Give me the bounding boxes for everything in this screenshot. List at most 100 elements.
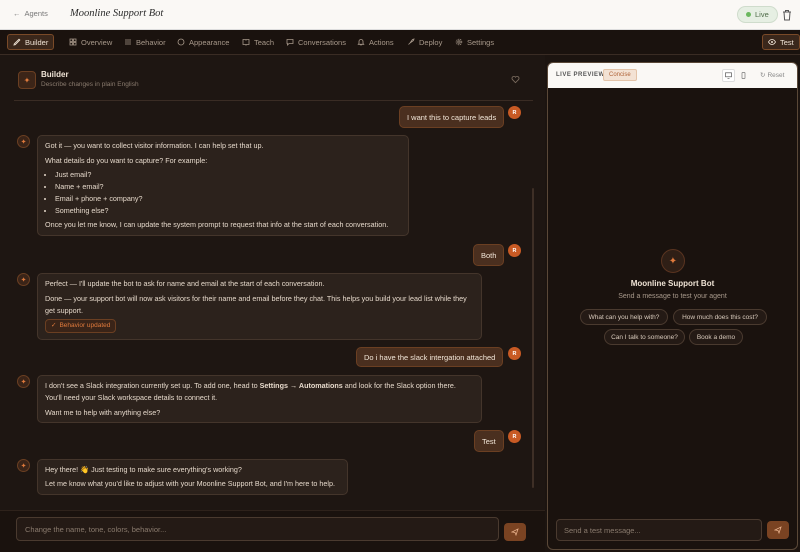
suggestion-chip[interactable]: What can you help with? — [580, 309, 668, 325]
builder-title: Builder — [41, 70, 69, 79]
tab-actions[interactable]: Actions — [352, 34, 399, 50]
bot-text: Let me know what you'd like to adjust wi… — [45, 479, 336, 488]
book-icon — [242, 39, 250, 46]
user-message: I want this to capture leads — [399, 106, 505, 128]
sliders-icon — [125, 39, 131, 45]
reset-icon: ↻ — [760, 72, 766, 79]
bot-text: Once you let me know, I can update the s… — [45, 220, 389, 229]
tab-label: Overview — [81, 37, 113, 47]
tab-label: Actions — [369, 37, 394, 47]
tab-label: Builder — [25, 37, 49, 47]
tab-label: Settings — [467, 37, 495, 47]
bot-logo-icon: ✦ — [661, 249, 685, 273]
settings-path: Settings → Automations — [259, 381, 343, 390]
options-list: Just email? Name + email? Email + phone … — [55, 169, 401, 217]
grid-icon — [69, 38, 77, 46]
reset-label: Reset — [767, 71, 785, 79]
chat-scrollbar[interactable] — [532, 188, 534, 488]
back-to-agents-link[interactable]: ← Agents — [13, 9, 48, 18]
bot-avatar-icon: ✦ — [17, 375, 30, 388]
preview-send-button[interactable] — [767, 521, 789, 539]
mobile-view-button[interactable] — [737, 69, 750, 82]
tab-builder[interactable]: Builder — [7, 34, 55, 50]
tab-behavior[interactable]: Behavior — [119, 34, 171, 50]
desktop-view-button[interactable] — [722, 69, 735, 82]
sparkle-icon: ✦ — [18, 71, 36, 89]
list-item: Just email? — [55, 169, 401, 181]
bot-text: Perfect — I'll update the bot to ask for… — [45, 279, 325, 288]
tab-label: Teach — [254, 37, 275, 47]
live-preview-panel: LIVE PREVIEW Concise ↻ Reset ✦ Moonline … — [547, 62, 798, 550]
heart-icon[interactable] — [511, 75, 520, 84]
tab-label: Conversations — [298, 37, 346, 47]
tab-label: Deploy — [419, 37, 443, 47]
bot-text: Got it — you want to collect visitor inf… — [45, 141, 264, 150]
tab-deploy[interactable]: Deploy — [402, 34, 447, 50]
bell-icon — [357, 39, 365, 46]
builder-subtitle: Describe changes in plain English — [41, 81, 139, 88]
tab-appearance[interactable]: Appearance — [172, 34, 234, 50]
trash-icon[interactable] — [782, 9, 792, 21]
bot-text: What details do you want to capture? For… — [45, 156, 208, 165]
bot-message: Perfect — I'll update the bot to ask for… — [37, 273, 482, 340]
top-bar: ← Agents Moonline Support Bot Live — [0, 0, 800, 30]
bot-name-title: Moonline Support Bot — [70, 8, 164, 19]
nav-bar: Builder Overview Behavior Appearance Tea… — [0, 30, 800, 55]
send-button[interactable] — [504, 523, 526, 541]
bot-text: Want me to help with anything else? — [45, 408, 161, 417]
chat-icon — [286, 39, 294, 46]
back-label: Agents — [24, 9, 48, 18]
reset-button[interactable]: ↻ Reset — [760, 71, 785, 80]
user-message: Test — [474, 430, 504, 452]
divider — [14, 100, 533, 101]
live-status-badge[interactable]: Live — [737, 6, 778, 23]
test-label: Test — [780, 37, 794, 47]
preview-subtitle: Send a message to test your agent — [618, 293, 727, 300]
tab-label: Appearance — [189, 37, 230, 47]
suggestion-chip[interactable]: How much does this cost? — [673, 309, 767, 325]
pencil-icon — [13, 38, 21, 46]
user-avatar: R — [508, 244, 521, 257]
list-item: Something else? — [55, 205, 401, 217]
preview-bot-name: Moonline Support Bot — [630, 279, 715, 288]
tab-label: Behavior — [136, 37, 166, 47]
user-message: Both — [473, 244, 505, 266]
list-item: Email + phone + company? — [55, 193, 401, 205]
phone-icon — [741, 72, 746, 79]
arrow-left-icon: ← — [13, 9, 21, 18]
badge-label: Behavior updated — [59, 322, 111, 329]
tab-teach[interactable]: Teach — [237, 34, 279, 50]
builder-input[interactable]: Change the name, tone, colors, behavior.… — [16, 517, 499, 541]
rocket-icon — [408, 38, 415, 45]
mode-badge[interactable]: Concise — [603, 69, 637, 81]
preview-title: LIVE PREVIEW — [556, 72, 605, 78]
tab-conversations[interactable]: Conversations — [281, 34, 351, 50]
bot-text: Hey there! 👋 Just testing to make sure e… — [45, 465, 242, 474]
status-label: Live — [755, 10, 769, 19]
palette-icon — [177, 38, 185, 46]
suggestion-chip[interactable]: Book a demo — [689, 329, 743, 345]
test-message-input[interactable]: Send a test message... — [556, 519, 762, 541]
behavior-updated-badge: ✓ Behavior updated — [45, 319, 117, 333]
bot-text: I don't see a Slack integration currentl… — [45, 380, 474, 404]
bot-message: I don't see a Slack integration currentl… — [37, 375, 482, 423]
list-item: Name + email? — [55, 181, 401, 193]
monitor-icon — [725, 72, 732, 79]
bot-text: Done — your support bot will now ask vis… — [45, 294, 467, 315]
bot-avatar-icon: ✦ — [17, 135, 30, 148]
preview-header: LIVE PREVIEW Concise ↻ Reset — [548, 63, 797, 88]
suggestion-chip[interactable]: Can I talk to someone? — [604, 329, 685, 345]
user-avatar: R — [508, 347, 521, 360]
tab-settings[interactable]: Settings — [450, 34, 499, 50]
status-dot-icon — [746, 12, 751, 17]
gear-icon — [455, 38, 463, 46]
eye-icon — [768, 39, 776, 45]
user-avatar: R — [508, 430, 521, 443]
bot-message: Got it — you want to collect visitor inf… — [37, 135, 409, 236]
send-icon — [774, 526, 782, 534]
user-avatar: R — [508, 106, 521, 119]
test-button[interactable]: Test — [762, 34, 800, 50]
tab-overview[interactable]: Overview — [64, 34, 117, 50]
bot-avatar-icon: ✦ — [17, 459, 30, 472]
check-icon: ✓ — [51, 322, 57, 329]
